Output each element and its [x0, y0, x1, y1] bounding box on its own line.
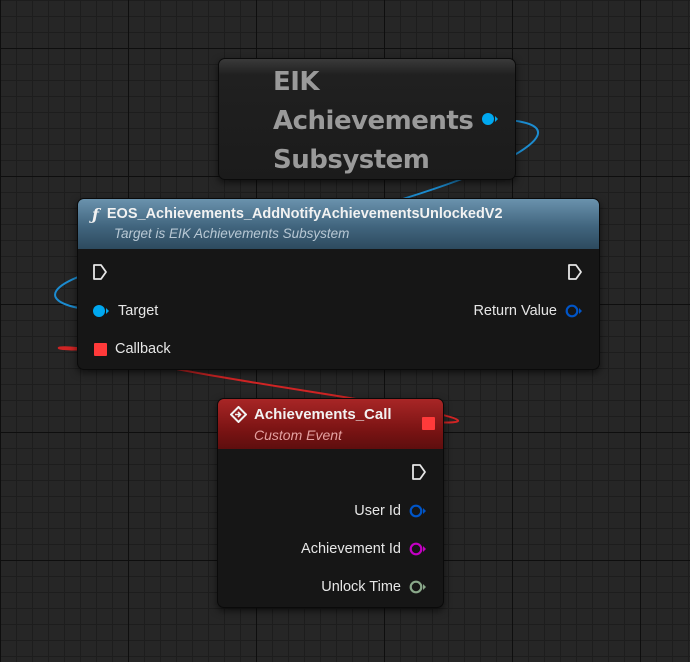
getter-output-pin[interactable] — [481, 112, 499, 131]
exec-output-icon — [568, 264, 582, 280]
custom-event-icon — [230, 405, 247, 423]
exec-output-pin[interactable] — [567, 261, 583, 283]
struct-pin-icon — [409, 504, 426, 518]
unlock-time-label: Unlock Time — [321, 579, 401, 595]
user-id-pin[interactable]: User Id — [354, 500, 427, 522]
exec-input-pin[interactable] — [92, 261, 108, 283]
achievement-id-pin[interactable]: Achievement Id — [301, 538, 427, 560]
name-pin-icon — [409, 542, 426, 556]
target-pin-icon — [93, 305, 109, 317]
event-subtitle: Custom Event — [254, 427, 342, 443]
event-title: Achievements_Call — [254, 405, 392, 423]
return-value-label: Return Value — [473, 303, 557, 319]
add-notify-function-node[interactable]: ƒ EOS_Achievements_AddNotifyAchievements… — [77, 198, 600, 370]
function-icon: ƒ — [92, 204, 99, 224]
target-pin[interactable]: Target — [92, 300, 158, 322]
getter-title: EIK Achievements Subsystem — [273, 67, 474, 175]
exec-output-icon — [412, 464, 426, 480]
subsystem-getter-node[interactable]: EIK Achievements Subsystem — [218, 58, 516, 180]
datetime-pin-icon — [409, 580, 426, 594]
function-subtitle: Target is EIK Achievements Subsystem — [114, 226, 350, 241]
event-delegate-pin-icon[interactable] — [422, 417, 435, 430]
event-exec-output-pin[interactable] — [411, 461, 427, 483]
event-header: Achievements_Call Custom Event — [218, 399, 443, 449]
target-pin-label: Target — [118, 303, 159, 319]
callback-pin-label: Callback — [115, 341, 171, 357]
delegate-pin-icon — [94, 342, 107, 356]
unlock-time-pin[interactable]: Unlock Time — [321, 576, 427, 598]
user-id-label: User Id — [354, 503, 401, 519]
callback-pin[interactable]: Callback — [94, 338, 171, 360]
object-pin-icon — [482, 113, 498, 125]
achievements-call-event-node[interactable]: Achievements_Call Custom Event User Id A… — [217, 398, 444, 608]
exec-input-icon — [93, 264, 107, 280]
function-header: ƒ EOS_Achievements_AddNotifyAchievements… — [78, 199, 599, 249]
struct-pin-icon — [565, 304, 582, 318]
function-title: EOS_Achievements_AddNotifyAchievementsUn… — [106, 206, 503, 222]
return-value-pin[interactable]: Return Value — [473, 300, 583, 322]
achievement-id-label: Achievement Id — [301, 541, 401, 557]
